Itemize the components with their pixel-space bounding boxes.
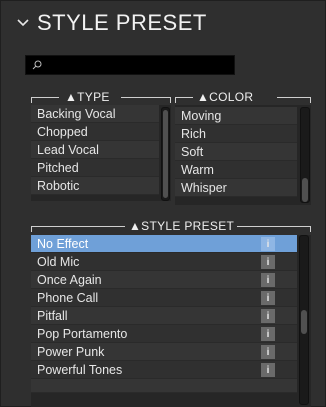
list-item-label: Powerful Tones <box>37 362 123 377</box>
list-item[interactable]: Soft <box>175 143 297 161</box>
list-item[interactable]: No Effect i <box>31 235 297 253</box>
color-group-tick-left <box>175 97 176 103</box>
panel-title: STYLE PRESET <box>37 10 207 35</box>
list-item-label: Once Again <box>37 272 102 287</box>
list-item-label: Pop Portamento <box>37 326 128 341</box>
list-item[interactable]: Power Punk i <box>31 343 297 361</box>
list-item[interactable]: Backing Vocal <box>31 105 159 123</box>
list-item[interactable]: Whisper <box>175 179 297 197</box>
panel-header[interactable]: STYLE PRESET <box>1 1 325 45</box>
list-item[interactable]: Powerful Tones i <box>31 361 297 379</box>
preset-group-line-left <box>31 226 125 227</box>
list-item[interactable]: Pop Portamento i <box>31 325 297 343</box>
type-scrollbar[interactable] <box>161 107 170 201</box>
list-item-label: Lead Vocal <box>37 142 99 157</box>
list-item-label: Warm <box>181 162 214 177</box>
preset-list: No Effect i Old Mic i Once Again i Phone… <box>31 235 311 407</box>
preset-group-title-text: ▲STYLE PRESET <box>129 219 235 233</box>
type-group-tick-left <box>31 97 32 103</box>
type-group-title-text: ▲TYPE <box>65 90 110 104</box>
list-item-label: Old Mic <box>37 254 80 269</box>
color-group-title[interactable]: ▲COLOR <box>197 90 253 104</box>
list-item[interactable]: Old Mic i <box>31 253 297 271</box>
preset-group-title[interactable]: ▲STYLE PRESET <box>129 219 234 233</box>
preset-scrollbar-thumb[interactable] <box>301 310 307 334</box>
list-item[interactable]: Moving <box>175 107 297 125</box>
list-item-label: Moving <box>181 108 222 123</box>
preset-scrollbar[interactable] <box>299 235 309 405</box>
list-item[interactable]: Phone Call i <box>31 289 297 307</box>
color-group-tick-right <box>310 97 311 103</box>
list-item-label: No Effect <box>37 236 89 251</box>
search-input[interactable] <box>25 55 235 75</box>
preset-group-line-right <box>237 226 311 227</box>
list-item[interactable]: Warm <box>175 161 297 179</box>
list-item[interactable]: Once Again i <box>31 271 297 289</box>
list-item-label: Chopped <box>37 124 88 139</box>
color-scrollbar-thumb[interactable] <box>302 178 308 202</box>
color-scrollbar[interactable] <box>300 107 310 203</box>
list-item-label: Backing Vocal <box>37 106 116 121</box>
list-item-label: Power Punk <box>37 344 105 359</box>
list-item-label: Pitfall <box>37 308 68 323</box>
search-icon <box>32 60 42 70</box>
list-item-label: Rich <box>181 126 207 141</box>
info-icon[interactable]: i <box>261 255 275 269</box>
color-group-line-left <box>175 97 193 98</box>
preset-group-tick-right <box>310 226 311 232</box>
info-icon[interactable]: i <box>261 237 275 251</box>
info-icon[interactable]: i <box>261 363 275 377</box>
list-item[interactable]: Lead Vocal <box>31 141 159 159</box>
info-icon[interactable]: i <box>261 309 275 323</box>
color-group-title-text: ▲COLOR <box>197 90 254 104</box>
type-group-line-right <box>121 97 171 98</box>
type-group-title[interactable]: ▲TYPE <box>65 90 110 104</box>
list-item[interactable]: Pitched <box>31 159 159 177</box>
type-scrollbar-thumb[interactable] <box>163 110 168 198</box>
info-icon[interactable]: i <box>261 345 275 359</box>
info-icon[interactable]: i <box>261 291 275 305</box>
color-group-line-right <box>277 97 311 98</box>
chevron-down-icon[interactable] <box>15 15 31 31</box>
info-icon[interactable]: i <box>261 327 275 341</box>
style-preset-panel: STYLE PRESET ▲TYPE Backing Vocal Chopped… <box>0 0 326 407</box>
list-item-label: Whisper <box>181 180 227 195</box>
preset-group-tick-left <box>31 226 32 232</box>
info-icon[interactable]: i <box>261 273 275 287</box>
list-item-label: Robotic <box>37 178 80 193</box>
list-item-label: Soft <box>181 144 204 159</box>
list-item-partial[interactable] <box>31 379 297 393</box>
type-group-tick-right <box>170 97 171 103</box>
list-item-label: Phone Call <box>37 290 99 305</box>
type-group-line-left <box>31 97 59 98</box>
list-item[interactable]: Rich <box>175 125 297 143</box>
list-item[interactable]: Robotic <box>31 177 159 195</box>
list-item-label: Pitched <box>37 160 79 175</box>
list-item[interactable]: Chopped <box>31 123 159 141</box>
type-list: Backing Vocal Chopped Lead Vocal Pitched… <box>31 105 171 201</box>
color-list: Moving Rich Soft Warm Whisper <box>175 105 311 205</box>
list-item[interactable]: Pitfall i <box>31 307 297 325</box>
